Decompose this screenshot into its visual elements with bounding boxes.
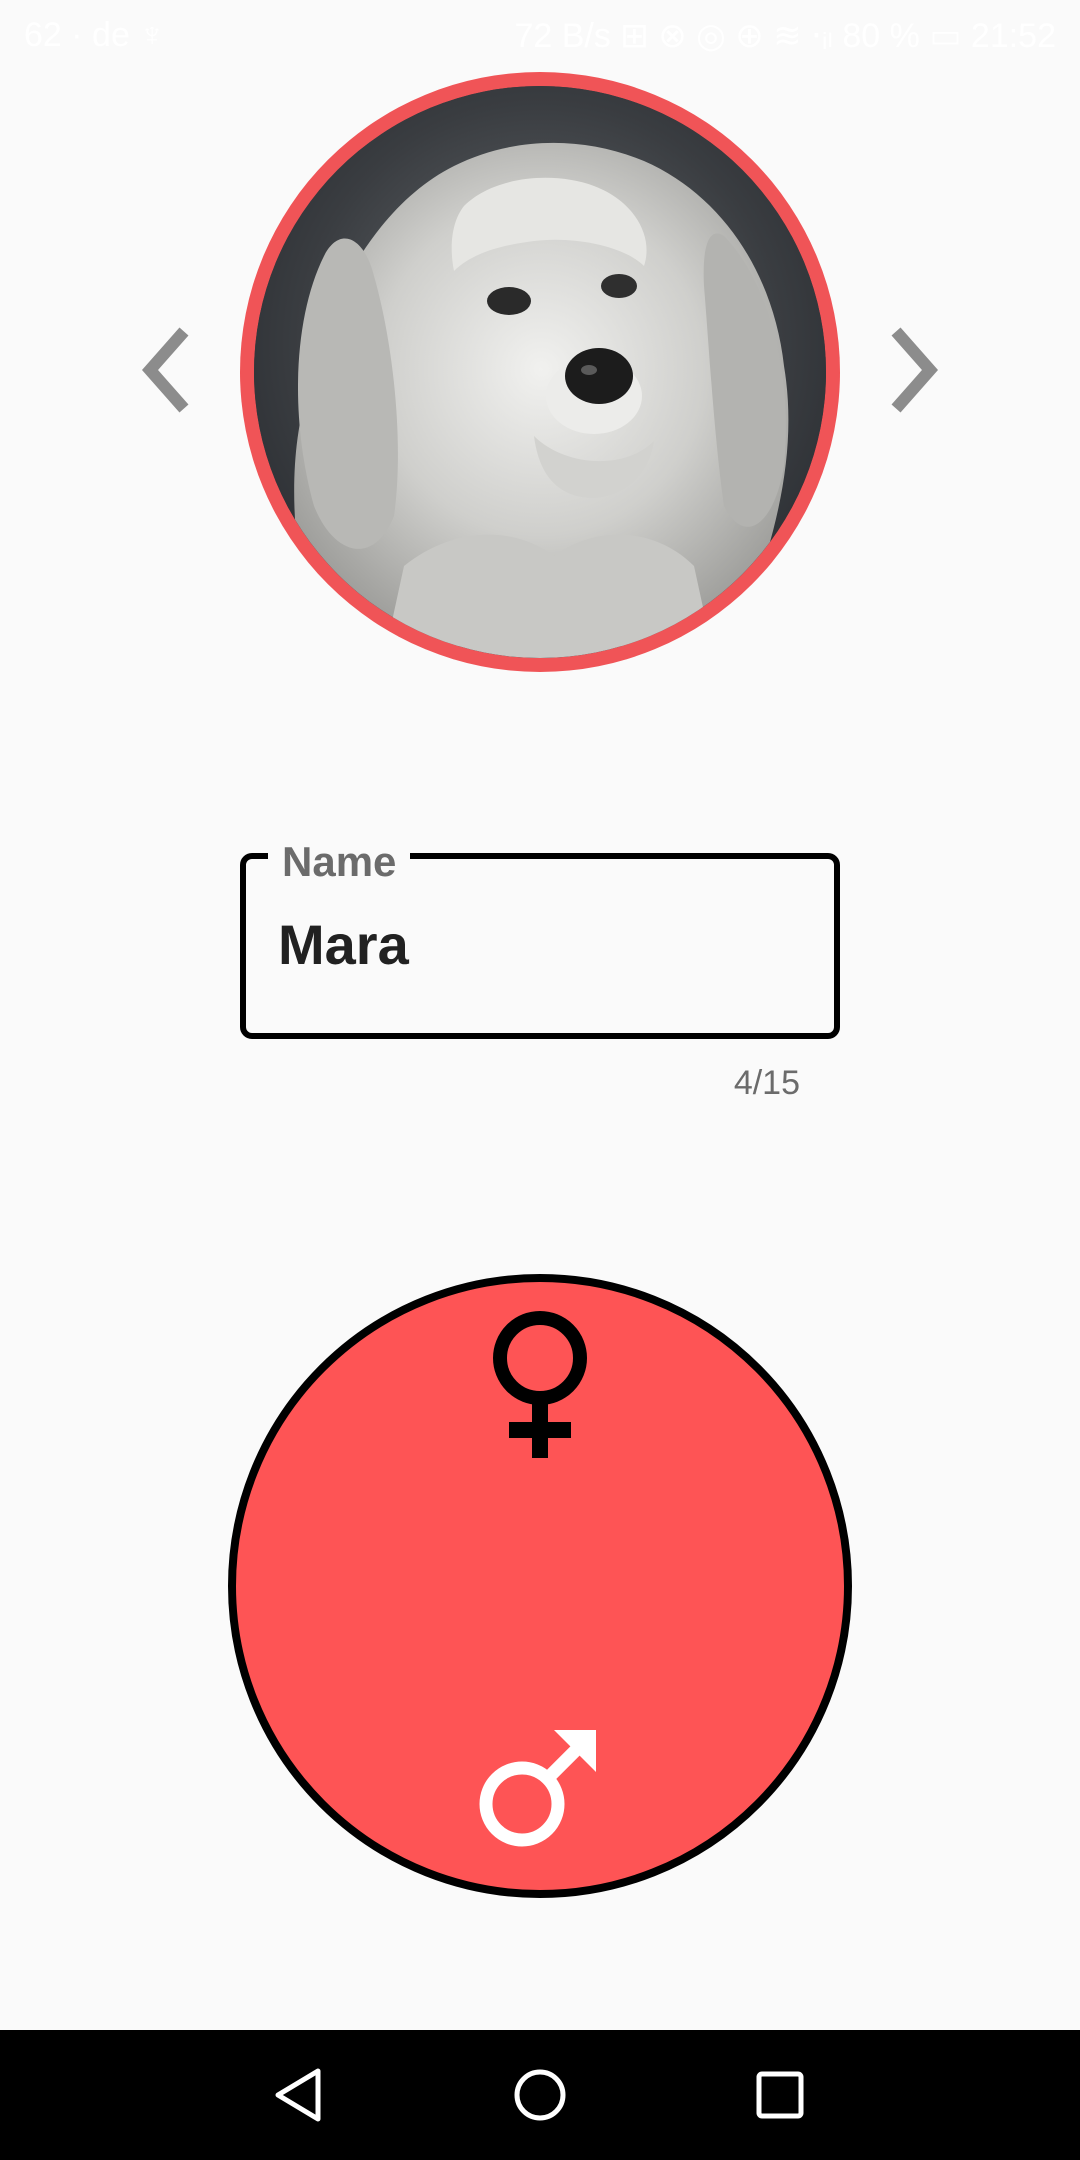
status-left: 62 · de ♆ bbox=[24, 16, 165, 55]
status-left-text: 62 · de ♆ bbox=[24, 16, 165, 54]
next-photo-button[interactable] bbox=[860, 320, 960, 420]
name-field-label: Name bbox=[268, 838, 411, 886]
female-option-button[interactable] bbox=[487, 1308, 593, 1468]
pet-photo-frame[interactable] bbox=[240, 72, 840, 672]
status-right-text: 72 B/s ⊞ ⊗ ◎ ⊕ ≋ ⋅ᵢₗ 80 % ▭ 21:52 bbox=[514, 17, 1056, 55]
male-option-button[interactable] bbox=[476, 1722, 604, 1850]
recents-button[interactable] bbox=[750, 2065, 810, 2125]
chevron-left-icon bbox=[141, 327, 189, 413]
male-symbol-icon bbox=[479, 1730, 596, 1847]
home-circle-icon bbox=[514, 2069, 566, 2121]
home-button[interactable] bbox=[510, 2065, 570, 2125]
back-button[interactable] bbox=[270, 2065, 330, 2125]
back-triangle-icon bbox=[275, 2068, 321, 2122]
status-bar: 62 · de ♆ 72 B/s ⊞ ⊗ ◎ ⊕ ≋ ⋅ᵢₗ 80 % ▭ 21… bbox=[0, 0, 1080, 72]
name-input-value[interactable]: Mara bbox=[278, 910, 409, 980]
chevron-right-icon bbox=[891, 327, 939, 413]
system-navigation-bar bbox=[0, 2030, 1080, 2160]
status-right: 72 B/s ⊞ ⊗ ◎ ⊕ ≋ ⋅ᵢₗ 80 % ▭ 21:52 bbox=[514, 16, 1056, 56]
recents-square-icon bbox=[756, 2071, 804, 2119]
pet-photo bbox=[254, 86, 826, 658]
female-symbol-icon bbox=[493, 1311, 587, 1458]
character-counter: 4/15 bbox=[733, 1064, 800, 1102]
previous-photo-button[interactable] bbox=[120, 320, 220, 420]
dog-photo-image bbox=[254, 86, 826, 658]
